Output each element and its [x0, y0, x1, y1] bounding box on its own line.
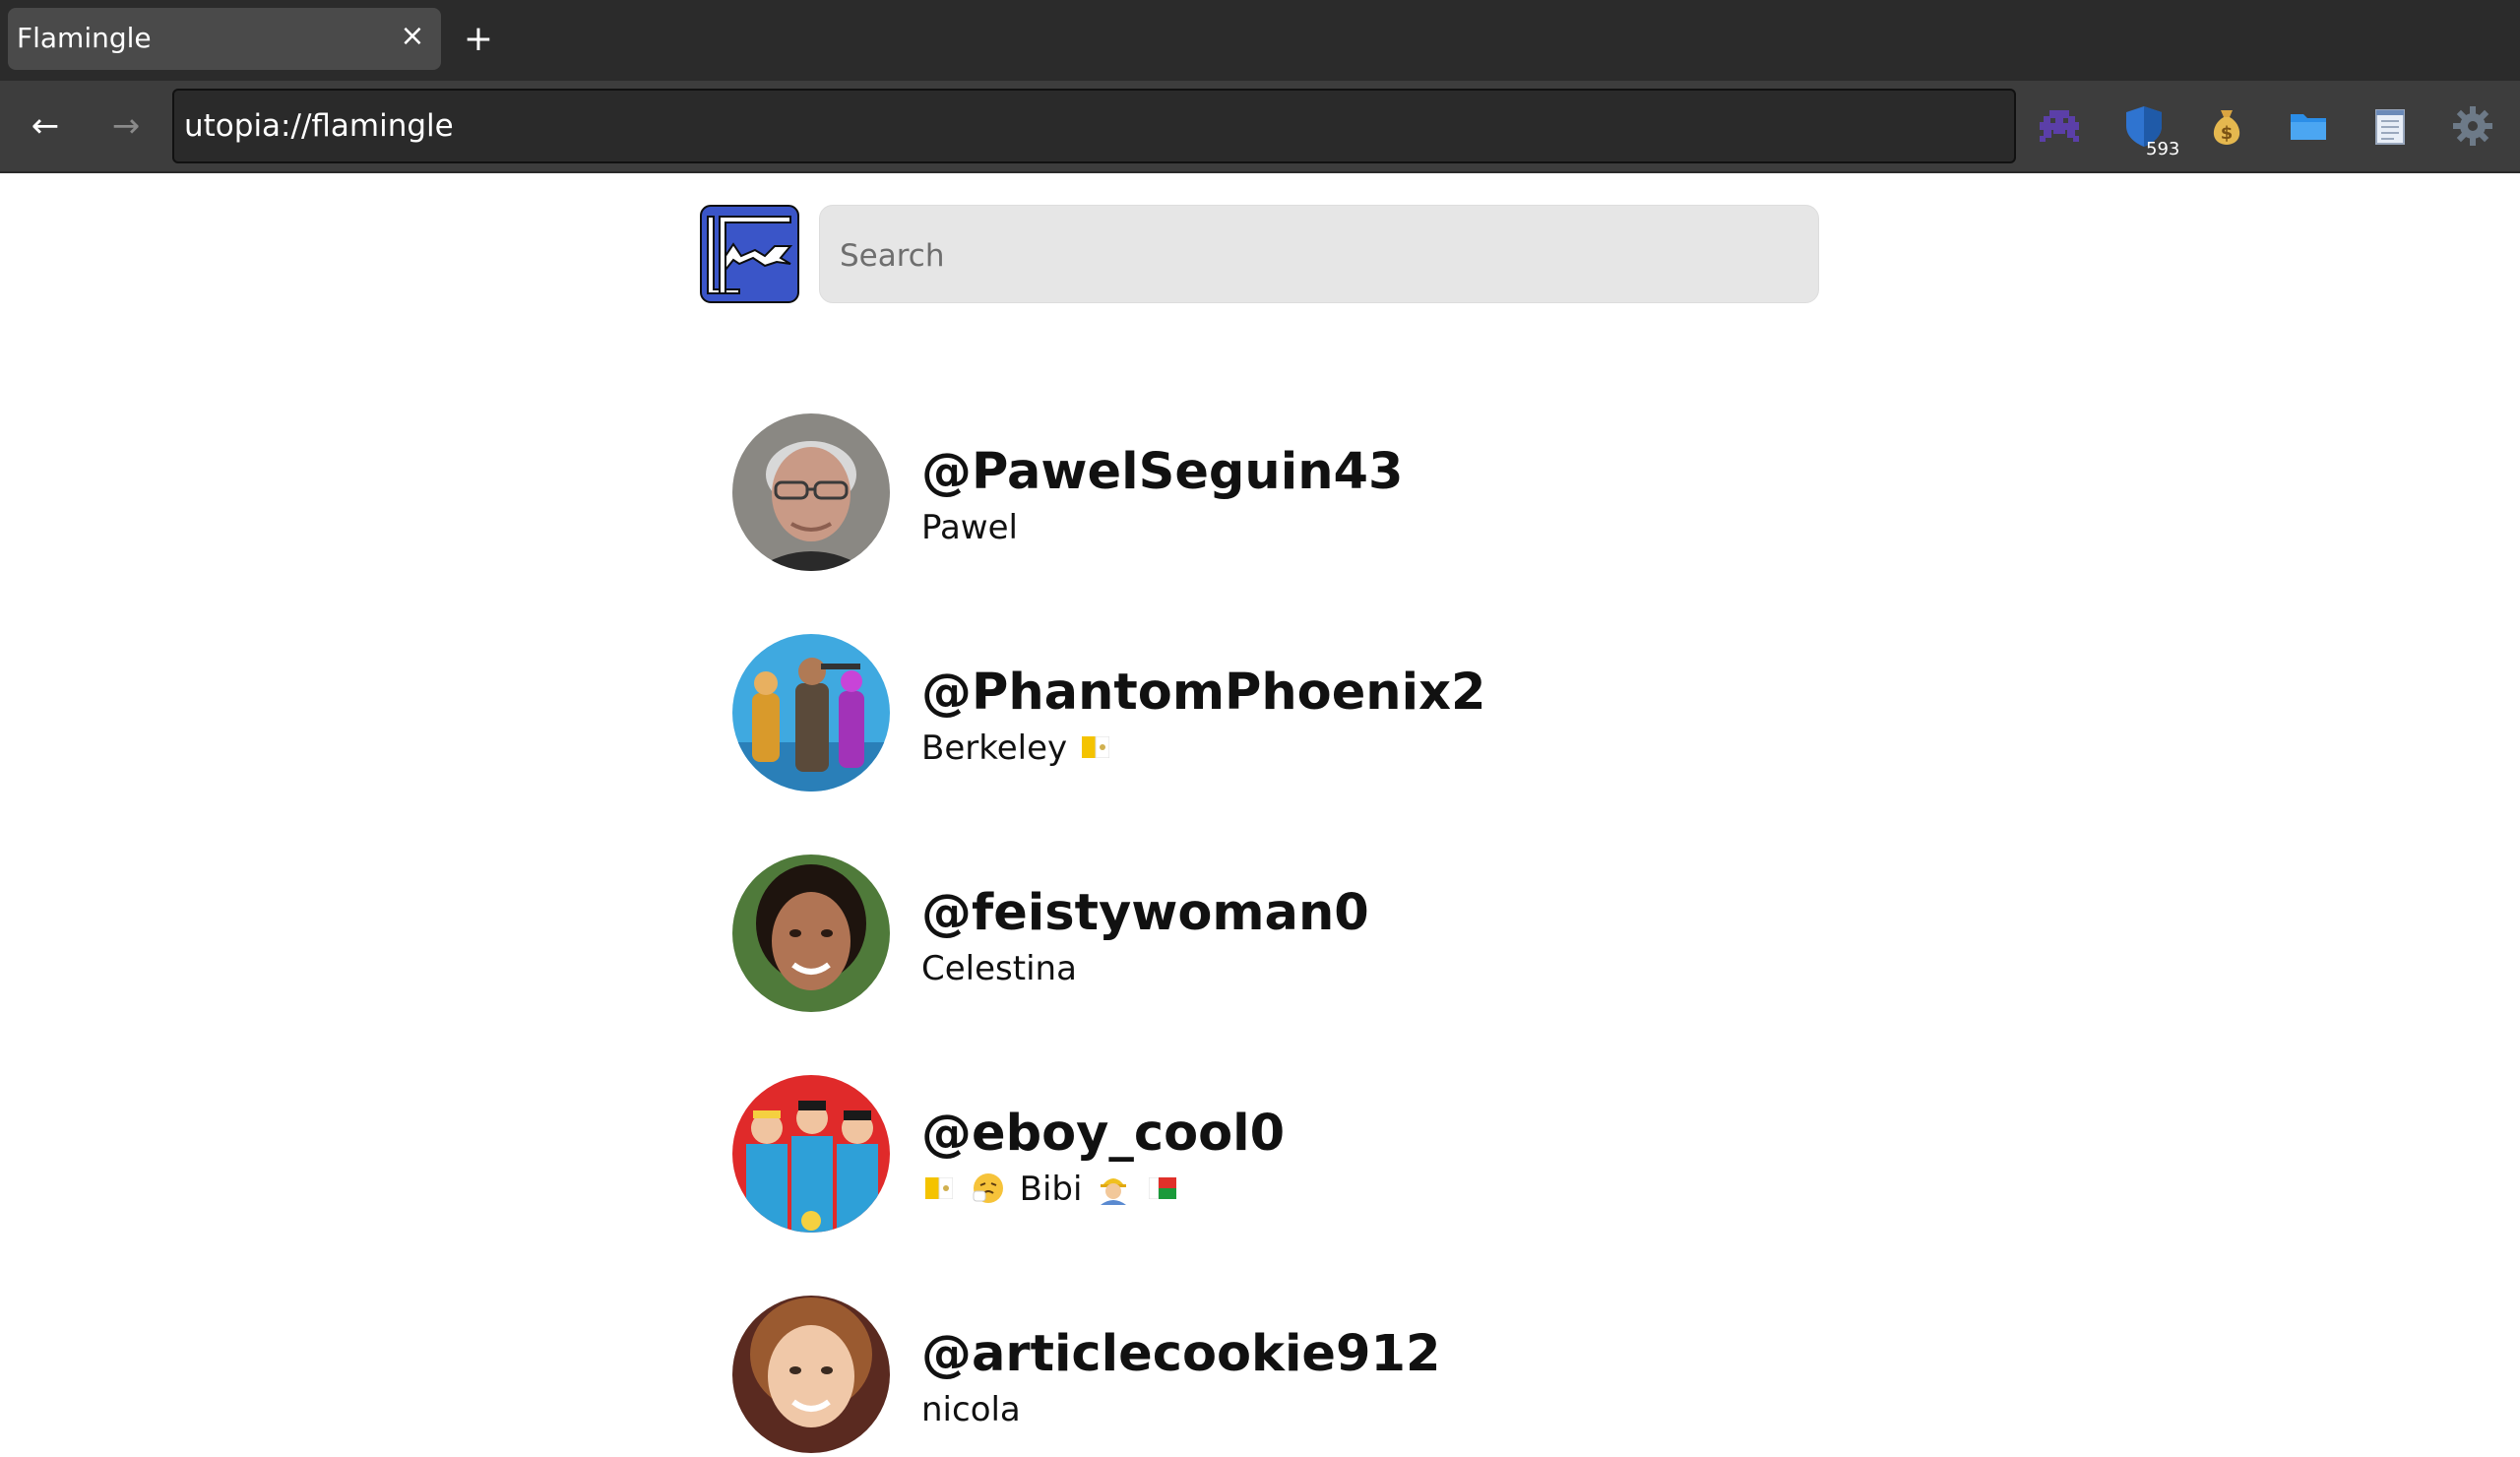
search-box[interactable] [819, 205, 1819, 303]
address-bar[interactable]: utopia://flamingle [172, 89, 2016, 163]
user-result[interactable]: @PhantomPhoenix2 Berkeley [732, 634, 1618, 795]
avatar[interactable] [732, 1296, 890, 1453]
user-result[interactable]: @articlecookie912 nicola [732, 1296, 1618, 1457]
avatar[interactable] [732, 1075, 890, 1233]
user-result[interactable]: @feistywoman0 Celestina [732, 855, 1618, 1016]
user-display-name: Bibi [921, 1170, 1180, 1209]
folder-icon[interactable] [2285, 102, 2332, 150]
user-handle[interactable]: @PhantomPhoenix2 [921, 664, 1485, 722]
search-input[interactable] [838, 229, 1787, 283]
invader-icon[interactable] [2036, 102, 2083, 150]
user-display-name: nicola [921, 1390, 1021, 1429]
user-result[interactable]: @PawelSeguin43 Pawel [732, 413, 1618, 575]
user-handle[interactable]: @eboy_cool0 [921, 1105, 1285, 1163]
tab-title: Flamingle [17, 22, 152, 54]
construction-worker-icon [1101, 1177, 1127, 1205]
avatar[interactable] [732, 634, 890, 792]
avatar[interactable] [732, 413, 890, 571]
user-result[interactable]: @eboy_cool0 Bibi [732, 1075, 1618, 1236]
shield-badge-count: 593 [2146, 139, 2180, 159]
back-button[interactable]: ← [26, 106, 65, 146]
vatican-flag-icon [925, 1176, 953, 1199]
madagascar-flag-icon [1149, 1176, 1177, 1199]
tab-flamingle[interactable]: Flamingle × [8, 8, 441, 70]
flamingle-logo[interactable] [700, 205, 799, 303]
user-display-name: Celestina [921, 949, 1077, 988]
new-tab-button[interactable]: + [459, 20, 498, 59]
user-handle[interactable]: @PawelSeguin43 [921, 443, 1404, 501]
notepad-icon[interactable] [2366, 102, 2414, 150]
user-handle[interactable]: @articlecookie912 [921, 1325, 1440, 1383]
close-icon[interactable]: × [398, 22, 427, 51]
sneezing-face-icon [973, 1172, 1003, 1203]
svg-text:$: $ [2221, 123, 2234, 144]
url-text: utopia://flamingle [184, 108, 454, 144]
tab-bar: Flamingle × + [0, 0, 2520, 81]
vatican-flag-icon [1081, 735, 1109, 758]
user-display-name: Pawel [921, 508, 1018, 547]
user-handle[interactable]: @feistywoman0 [921, 884, 1369, 942]
avatar[interactable] [732, 855, 890, 1012]
forward-button[interactable]: → [106, 106, 146, 146]
money-bag-icon[interactable]: $ [2203, 102, 2250, 150]
gear-icon[interactable] [2449, 102, 2496, 150]
browser-toolbar: ← → utopia://flamingle 593 $ [0, 81, 2520, 173]
user-display-name: Berkeley [921, 728, 1113, 768]
